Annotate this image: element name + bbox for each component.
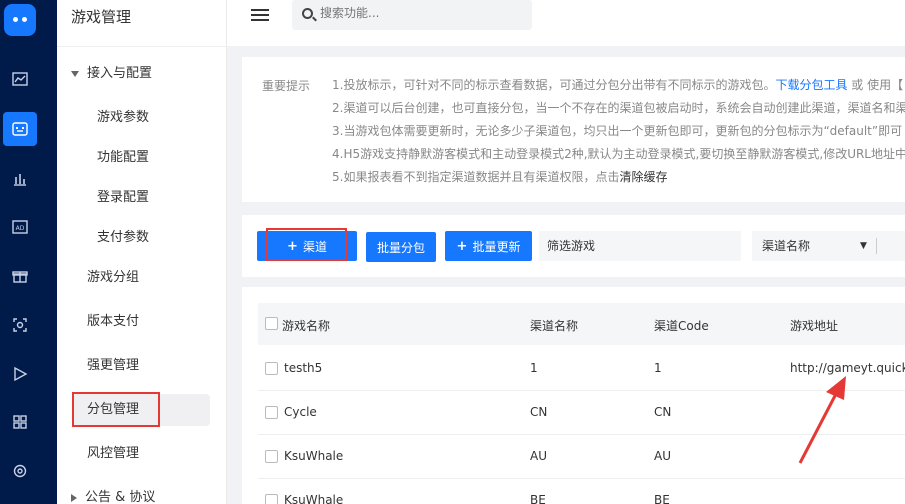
highlight-box-add-channel <box>266 228 347 261</box>
highlight-box-menu <box>72 392 160 427</box>
line-chart-icon[interactable] <box>3 62 37 96</box>
menu-item-feature-config[interactable]: 功能配置 <box>97 148 149 168</box>
search-icon <box>302 8 313 19</box>
menu-group-label: 公告 & 协议 <box>85 490 156 504</box>
col-header-game-name[interactable]: 游戏名称 <box>282 317 330 334</box>
logo-icon[interactable] <box>4 4 36 36</box>
cell-channel-code: BE <box>654 493 670 504</box>
menu-toggle-icon[interactable] <box>251 9 269 23</box>
menu-item-payment-params[interactable]: 支付参数 <box>97 228 149 248</box>
svg-text:AD: AD <box>16 225 25 232</box>
channel-name-select[interactable]: 渠道名称 ▼ <box>752 231 905 261</box>
select-all-checkbox[interactable] <box>265 317 278 330</box>
cell-game-name: testh5 <box>284 361 323 375</box>
cell-channel-code: 1 <box>654 361 662 375</box>
cell-game-name: Cycle <box>284 405 317 419</box>
col-header-channel-code[interactable]: 渠道Code <box>654 317 709 334</box>
caret-down-icon <box>71 70 79 77</box>
dropdown-arrow-icon: ▼ <box>860 241 867 251</box>
row-checkbox[interactable] <box>265 362 278 375</box>
cell-channel-name: CN <box>530 405 548 419</box>
notice-line-1: 1.投放标示，可针对不同的标示查看数据，可通过分包分出带有不同标示的游戏包。下载… <box>332 77 905 100</box>
cell-game-name: KsuWhale <box>284 449 344 463</box>
row-divider <box>258 478 905 479</box>
gift-icon[interactable] <box>3 259 37 293</box>
menu-group-label: 接入与配置 <box>87 66 153 81</box>
row-checkbox[interactable] <box>265 494 278 504</box>
menu-item-game-group[interactable]: 游戏分组 <box>87 268 139 288</box>
batch-update-label: 批量更新 <box>472 239 521 254</box>
table-header: 游戏名称 渠道名称 渠道Code 游戏地址 <box>258 303 905 345</box>
row-divider <box>258 434 905 435</box>
batch-package-button[interactable]: 批量分包 <box>366 232 436 262</box>
menu-item-force-update[interactable]: 强更管理 <box>87 356 139 376</box>
plus-icon: + <box>456 238 468 254</box>
cell-game-url: http://gameyt.quicks <box>790 361 905 375</box>
clear-cache-link[interactable]: 清除缓存 <box>619 170 667 184</box>
cell-channel-name: 1 <box>530 361 538 375</box>
cell-channel-code: AU <box>654 449 671 463</box>
grid-icon[interactable] <box>3 405 37 439</box>
game-icon[interactable] <box>3 112 37 146</box>
cell-channel-code: CN <box>654 405 672 419</box>
notice-label: 重要提示 <box>262 79 311 93</box>
notice-line-4: 4.H5游戏支持静默游客模式和主动登录模式2种,默认为主动登录模式,要切换至静默… <box>332 147 905 161</box>
table-card: 游戏名称 渠道名称 渠道Code 游戏地址 testh5 1 1 http://… <box>242 287 905 504</box>
row-checkbox[interactable] <box>265 450 278 463</box>
menu-item-game-params[interactable]: 游戏参数 <box>97 108 149 128</box>
gear-icon[interactable] <box>3 454 37 488</box>
menu-item-risk-control[interactable]: 风控管理 <box>87 444 139 464</box>
caret-right-icon <box>71 493 77 502</box>
menu-group-access-config[interactable]: 接入与配置 <box>71 64 152 84</box>
notice-line-5: 5.如果报表看不到指定渠道数据并且有渠道权限，点击清除缓存 <box>332 169 905 192</box>
ad-icon[interactable]: AD <box>3 210 37 244</box>
notice-line-3: 3.当游戏包体需要更新时，无论多少子渠道包，均只出一个更新包即可，更新包的分包标… <box>332 124 903 138</box>
row-checkbox[interactable] <box>265 406 278 419</box>
scan-icon[interactable] <box>3 308 37 342</box>
download-tool-link[interactable]: 下载分包工具 <box>775 78 847 92</box>
notice-lines: 1.投放标示，可针对不同的标示查看数据，可通过分包分出带有不同标示的游戏包。下载… <box>332 77 905 192</box>
col-header-game-url[interactable]: 游戏地址 <box>790 317 838 334</box>
menu-title: 游戏管理 <box>71 8 132 26</box>
side-menu: 游戏管理 接入与配置 游戏参数 功能配置 登录配置 支付参数 游戏分组 版本支付… <box>57 0 227 504</box>
notice-line-2: 2.渠道可以后台创建，也可直接分包，当一个不存在的渠道包被启动时，系统会自动创建… <box>332 101 905 115</box>
search-input[interactable] <box>320 6 520 20</box>
cell-channel-name: BE <box>530 493 546 504</box>
menu-item-version-payment[interactable]: 版本支付 <box>87 312 139 332</box>
channel-name-label: 渠道名称 <box>762 239 811 253</box>
menu-group-notice-agreement[interactable]: 公告 & 协议 <box>71 488 155 504</box>
icon-rail: AD <box>0 0 57 504</box>
filter-game-select[interactable]: 筛选游戏 <box>539 231 741 261</box>
notice-line-1-text: 1.投放标示，可针对不同的标示查看数据，可通过分包分出带有不同标示的游戏包。 <box>332 78 776 92</box>
menu-item-login-config[interactable]: 登录配置 <box>97 188 149 208</box>
search-box[interactable] <box>292 0 532 30</box>
menu-divider <box>57 46 226 47</box>
notice-card: 重要提示 1.投放标示，可针对不同的标示查看数据，可通过分包分出带有不同标示的游… <box>242 57 905 202</box>
row-divider <box>258 390 905 391</box>
select-divider <box>876 238 877 254</box>
col-header-channel-name[interactable]: 渠道名称 <box>530 317 578 334</box>
cell-channel-name: AU <box>530 449 547 463</box>
play-icon[interactable] <box>3 357 37 391</box>
notice-line-5-text: 5.如果报表看不到指定渠道数据并且有渠道权限，点击 <box>332 170 620 184</box>
bar-chart-icon[interactable] <box>3 162 37 196</box>
cell-game-name: KsuWhale <box>284 493 344 504</box>
notice-line-1-tail: 或 使用【 <box>847 78 904 92</box>
top-bar <box>227 0 905 46</box>
batch-update-button[interactable]: + 批量更新 <box>445 231 532 261</box>
